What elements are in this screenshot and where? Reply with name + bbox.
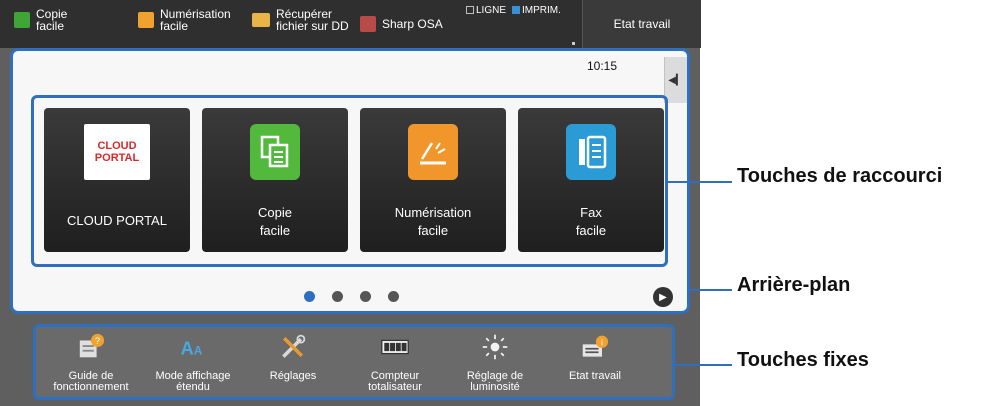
brightness-icon bbox=[481, 333, 509, 361]
shortcut-quick-copy[interactable]: Copie facile bbox=[202, 108, 348, 252]
svg-text:A: A bbox=[181, 338, 194, 358]
shortcut-label: Copie facile bbox=[258, 205, 292, 238]
page-indicator bbox=[304, 291, 399, 302]
quick-copy-label: Copie facile bbox=[36, 7, 68, 33]
job-status-label: Etat travail bbox=[613, 17, 671, 31]
top-bar: Copie facile Numérisation facile Récupér… bbox=[0, 0, 701, 48]
tools-icon bbox=[279, 333, 307, 361]
fixed-key-label: Guide de fonctionnement bbox=[53, 370, 129, 393]
print-status: IMPRIM. bbox=[512, 5, 561, 16]
shortcut-quick-fax[interactable]: Fax facile bbox=[518, 108, 664, 252]
fixed-key-counter[interactable]: Compteur totalisateur bbox=[350, 329, 440, 399]
shortcut-cloud-portal[interactable]: CLOUD PORTAL CLOUD PORTAL bbox=[44, 108, 190, 252]
page-dot[interactable] bbox=[332, 291, 343, 302]
svg-text:i: i bbox=[601, 337, 603, 347]
fixed-keys: ? Guide de fonctionnement AA Mode affich… bbox=[33, 324, 675, 400]
arrow-left-icon: ◀▎ bbox=[668, 74, 684, 86]
svg-text:?: ? bbox=[95, 336, 100, 346]
copy-icon bbox=[250, 124, 300, 180]
job-status-button[interactable]: Etat travail bbox=[582, 0, 701, 48]
shortcut-label: Fax facile bbox=[575, 205, 607, 238]
line-indicator-icon bbox=[466, 6, 474, 15]
scan-icon bbox=[138, 12, 154, 28]
quick-copy-shortcut[interactable]: Copie facile bbox=[14, 8, 67, 32]
fixed-key-label: Réglages bbox=[269, 370, 317, 382]
text-size-icon: AA bbox=[179, 333, 207, 361]
page-dot[interactable] bbox=[360, 291, 371, 302]
line-status: LIGNE bbox=[466, 5, 506, 16]
dot-icon bbox=[572, 42, 575, 45]
fax-icon bbox=[566, 124, 616, 180]
quick-scan-label: Numérisation facile bbox=[160, 7, 231, 33]
fixed-key-label: Mode affichage étendu bbox=[155, 370, 231, 393]
fixed-key-label: Compteur totalisateur bbox=[368, 370, 422, 393]
shortcut-quick-scan[interactable]: Numérisation facile bbox=[360, 108, 506, 252]
sharp-osa-shortcut[interactable]: Sharp OSA bbox=[360, 16, 443, 32]
callout-line-fixed-keys bbox=[675, 364, 732, 366]
fixed-key-label: Réglage de luminosité bbox=[466, 370, 524, 393]
svg-text:A: A bbox=[194, 345, 203, 357]
fixed-key-brightness[interactable]: Réglage de luminosité bbox=[450, 329, 540, 399]
callout-line-background bbox=[690, 289, 732, 291]
osa-icon bbox=[360, 16, 376, 32]
shortcut-label: CLOUD PORTAL bbox=[67, 213, 167, 228]
callout-line-shortcuts bbox=[668, 181, 732, 183]
fixed-key-settings[interactable]: Réglages bbox=[248, 329, 338, 399]
copy-icon bbox=[14, 12, 30, 28]
folder-icon bbox=[252, 13, 270, 27]
fixed-key-job-status[interactable]: i Etat travail bbox=[550, 329, 640, 399]
next-page-button[interactable]: ▶ bbox=[653, 287, 673, 307]
play-arrow-icon: ▶ bbox=[659, 291, 667, 303]
fixed-key-guide[interactable]: ? Guide de fonctionnement bbox=[46, 329, 136, 399]
retrieve-file-shortcut[interactable]: Récupérer fichier sur DD bbox=[252, 8, 349, 32]
callout-background: Arrière-plan bbox=[737, 274, 851, 296]
callout-shortcut-keys: Touches de raccourci bbox=[737, 165, 943, 187]
home-background: 10:15 ◀▎ CLOUD PORTAL CLOUD PORTAL Copie… bbox=[10, 48, 690, 314]
sharp-osa-label: Sharp OSA bbox=[382, 17, 443, 31]
retrieve-file-label: Récupérer fichier sur DD bbox=[276, 7, 349, 33]
print-indicator-icon bbox=[512, 6, 521, 15]
fixed-key-label: Etat travail bbox=[569, 370, 621, 382]
cloud-portal-logo-icon: CLOUD PORTAL bbox=[84, 124, 150, 180]
shortcut-label: Numérisation facile bbox=[394, 205, 472, 238]
action-panel-toggle[interactable]: ◀▎ bbox=[664, 57, 687, 103]
page-dot[interactable] bbox=[388, 291, 399, 302]
fixed-key-extended-display[interactable]: AA Mode affichage étendu bbox=[148, 329, 238, 399]
page-dot[interactable] bbox=[304, 291, 315, 302]
status-indicators: LIGNE IMPRIM. bbox=[466, 5, 561, 16]
scan-icon bbox=[408, 124, 458, 180]
touch-panel: Copie facile Numérisation facile Récupér… bbox=[0, 0, 701, 406]
callout-fixed-keys: Touches fixes bbox=[737, 349, 869, 371]
job-status-icon: i bbox=[581, 333, 609, 361]
clock: 10:15 bbox=[587, 59, 618, 73]
shortcut-keys: CLOUD PORTAL CLOUD PORTAL Copie facile N… bbox=[31, 95, 668, 267]
quick-scan-shortcut[interactable]: Numérisation facile bbox=[138, 8, 231, 32]
guide-icon: ? bbox=[77, 333, 105, 361]
counter-icon bbox=[381, 333, 409, 361]
